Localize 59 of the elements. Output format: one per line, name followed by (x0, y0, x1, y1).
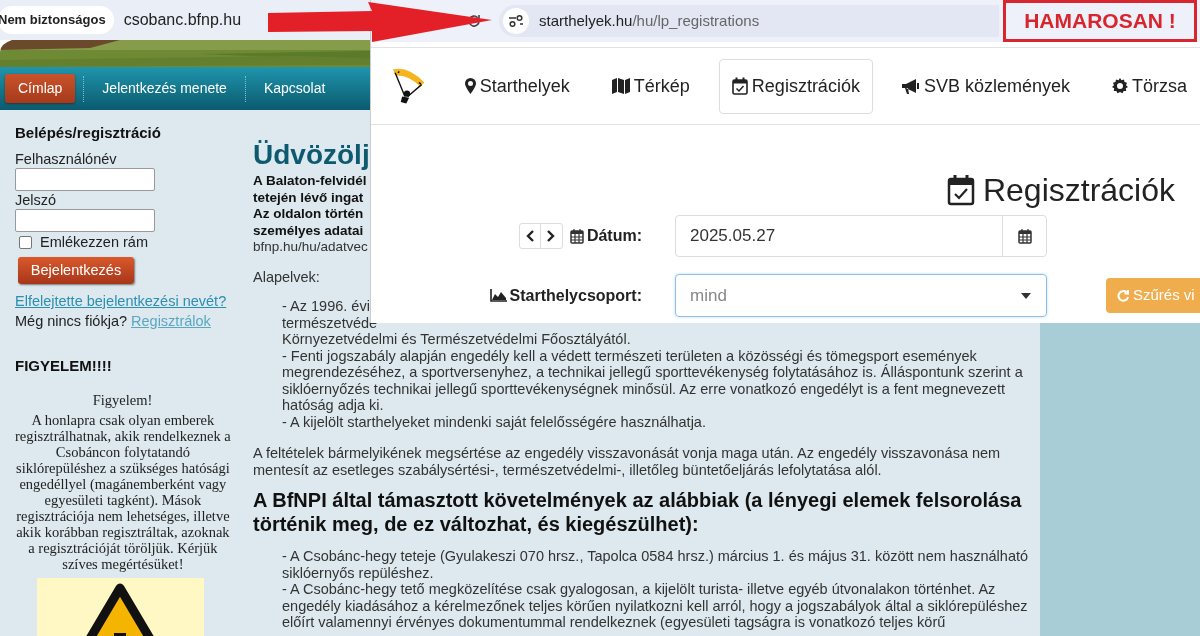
intro-text: bfnp.hu/hu/adatvec (253, 239, 368, 256)
password-field[interactable] (15, 209, 155, 232)
reload-icon[interactable] (466, 13, 482, 29)
list-item: - Fenti jogszabály alapján engedély kell a védett természeti területen a közösségi és tömegsport események megrendezéséhez, a sportversenyhez, a technikai jellegű sporttevékenység folytatásához is. Álláspontunk szerint a siklóernyőzés technikai jellegű sporttevékenységnek minősül. Az erre vonatkozó engedélyt is a fent megnevezett hatóság adja ki. (282, 347, 1023, 414)
nav-tab[interactable]: Kapcsolat (253, 74, 336, 103)
calendar-icon (569, 228, 584, 244)
caret-icon (1021, 292, 1031, 299)
arrow-icon (268, 2, 492, 42)
field-label: Felhasználónév (15, 151, 118, 168)
list-item: - A kijelölt starthelyeket mindenki saját felelősségére használhatja. (282, 413, 706, 430)
login-button[interactable]: Bejelentkezés (18, 257, 134, 284)
nav-tab[interactable]: Címlap (5, 74, 76, 103)
no-account-text: Még nincs fiókja? (15, 313, 128, 330)
group-select[interactable]: mind (675, 274, 1047, 317)
address-path: /hu/lp_registrations (632, 11, 760, 29)
username-field[interactable] (15, 168, 155, 191)
megaphone-icon (901, 78, 920, 94)
announcement-label: HAMAROSAN ! (1003, 0, 1197, 42)
nav-tab[interactable]: SVB közlemények (888, 58, 1083, 114)
page-heading: Üdvözölj (253, 139, 371, 171)
intro-text: tetején lévő ingat (253, 189, 364, 206)
page-title: Regisztrációk (982, 172, 1175, 208)
paragraph: A feltételek bármelyikének megsértése az engedély visszavonását vonja maga után. Az engedély visszavonása nem mentesít az esetleges szabálysértési-, természetvédelmi-, illetőleg büntetőeljárás lefolytatása alól. (253, 445, 1002, 478)
nav-tab[interactable]: Jelentkezés menete (92, 74, 237, 103)
section-label: Alapelvek: (253, 268, 321, 285)
field-label: Dátum: (586, 226, 642, 246)
map-icon (611, 78, 630, 94)
nav-tab[interactable]: Térkép (598, 58, 703, 114)
checkbox-label: Emlékezzen rám (40, 234, 148, 251)
chevron-left-icon (525, 230, 534, 242)
address-bar[interactable]: starthelyek.hu/hu/lp_registrations (499, 5, 999, 37)
sidebar-heading: Belépés/regisztráció (15, 124, 162, 142)
list-item: - A Csobánc-hegy tető megközelítése csak gyalogosan, a kijelölt turista- illetve egyéb útvonalakon történhet. Az engedély kiadásához a kérelmezőnek teljes körűen nyilatkozni kell arról, hogy a jogszabályok által a siklórepüléshez előírt valamennyi érvényes dokumentummal rendelkeznek (egyesületi tagságra is vonatkozó teljes körű (282, 581, 1028, 631)
list-item: - A Csobánc-hegy teteje (Gyulakeszi 070 hrsz., Tapolca 0584 hrsz.) március 1. és május 31. között nem használható siklóernyős repüléshez. (282, 548, 1029, 581)
calendar-icon[interactable] (1017, 228, 1032, 244)
address-text[interactable]: csobanc.bfnp.hu (123, 8, 242, 32)
intro-text: Az oldalon történ (253, 206, 364, 223)
area-chart-icon (489, 289, 507, 302)
warning-sign-icon (37, 578, 204, 636)
notice-text: A honlapra csak olyan emberek regisztrálhatnak, akik rendelkeznek a Csobáncon folytatandó siklórepüléshez a szükséges hatósági engedéllyel (magánemberként vagy egyesületi tagként). Mások regisztrációja nem lehetséges, illetve akik korábban regisztráltak, azoknak a regisztrációját töröljük. Kérjük szíves megértésüket! (15, 412, 231, 572)
nav-tab[interactable]: Starthelyek (451, 58, 583, 114)
refresh-icon (1117, 288, 1130, 303)
field-label: Jelszó (15, 192, 58, 209)
calendar-check-icon (946, 174, 975, 206)
section-heading: A BfNPI által támasztott követelmények az alábbiak (a lényegi elemek felsorolása történik meg, de ez változhat, és kiegészülhet): (253, 488, 1023, 536)
checkbox[interactable] (19, 236, 32, 249)
settings-icon (1112, 78, 1128, 94)
intro-text: személyes adatai (253, 222, 364, 239)
address-host: starthelyek.hu (539, 11, 633, 29)
calendar-check-icon (731, 77, 748, 95)
nav-tab[interactable]: Regisztrációk (718, 58, 873, 114)
nav-tab[interactable]: Törzsa (1099, 58, 1200, 114)
intro-text: A Balaton-felvidél (253, 173, 367, 190)
notice-heading: FIGYELEM!!!! (15, 357, 113, 375)
map-marker-icon (464, 78, 476, 94)
site-settings-icon[interactable] (503, 8, 529, 34)
notice-title: Figyelem! (92, 392, 153, 408)
date-field[interactable]: 2025.05.27 (675, 215, 1047, 257)
chevron-right-icon (547, 230, 556, 242)
